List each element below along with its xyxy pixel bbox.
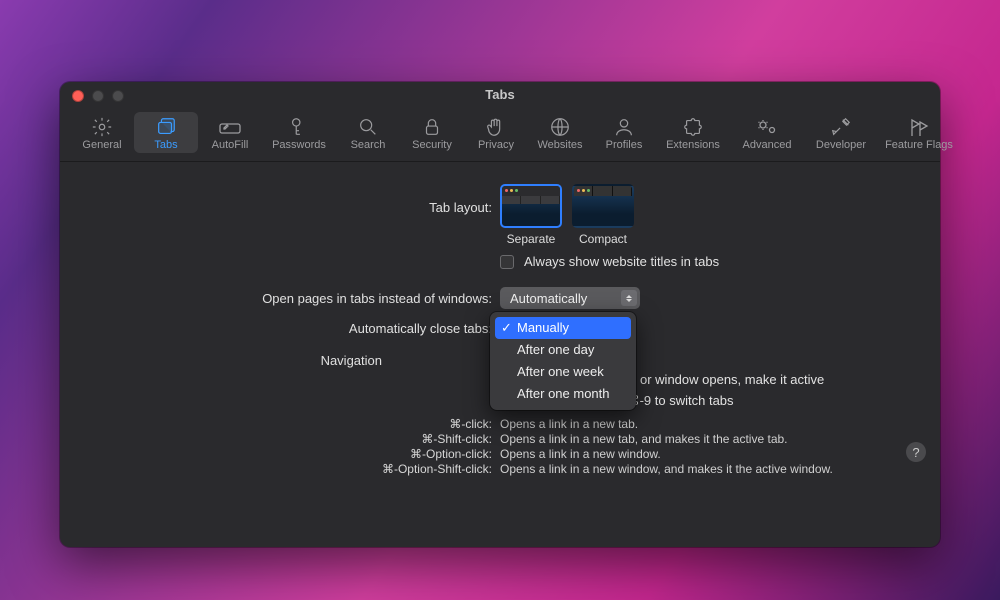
search-icon bbox=[336, 115, 400, 139]
minimize-window-button[interactable] bbox=[92, 90, 104, 102]
zoom-window-button[interactable] bbox=[112, 90, 124, 102]
preferences-window: Tabs General Tabs AutoFill Passwords Sea… bbox=[60, 82, 940, 547]
lock-icon bbox=[400, 115, 464, 139]
tab-websites[interactable]: Websites bbox=[528, 112, 592, 153]
puzzle-icon bbox=[656, 115, 730, 139]
tab-layout-label: Tab layout: bbox=[60, 184, 500, 215]
auto-close-dropdown: Manually After one day After one week Af… bbox=[490, 312, 636, 410]
traffic-lights bbox=[72, 90, 124, 102]
pencil-field-icon bbox=[198, 115, 262, 139]
tab-privacy[interactable]: Privacy bbox=[464, 112, 528, 153]
flags-icon bbox=[878, 115, 960, 139]
always-show-titles-label: Always show website titles in tabs bbox=[524, 254, 719, 269]
close-window-button[interactable] bbox=[72, 90, 84, 102]
tab-passwords[interactable]: Passwords bbox=[262, 112, 336, 153]
tab-feature-flags[interactable]: Feature Flags bbox=[878, 112, 960, 153]
key-icon bbox=[262, 115, 336, 139]
gears-icon bbox=[730, 115, 804, 139]
tab-developer[interactable]: Developer bbox=[804, 112, 878, 153]
person-icon bbox=[592, 115, 656, 139]
always-show-titles-checkbox[interactable] bbox=[500, 255, 514, 269]
globe-icon bbox=[528, 115, 592, 139]
titlebar: Tabs bbox=[60, 82, 940, 108]
hand-icon bbox=[464, 115, 528, 139]
preferences-toolbar: General Tabs AutoFill Passwords Search S… bbox=[60, 108, 940, 162]
shortcuts-table: ⌘-click:Opens a link in a new tab. ⌘-Shi… bbox=[60, 417, 940, 476]
tab-autofill[interactable]: AutoFill bbox=[198, 112, 262, 153]
dropdown-item-one-month[interactable]: After one month bbox=[495, 383, 631, 405]
gear-icon bbox=[70, 115, 134, 139]
tab-profiles[interactable]: Profiles bbox=[592, 112, 656, 153]
dropdown-item-manually[interactable]: Manually bbox=[495, 317, 631, 339]
tabs-icon bbox=[134, 115, 198, 139]
help-button[interactable]: ? bbox=[906, 442, 926, 462]
tab-tabs[interactable]: Tabs bbox=[134, 112, 198, 153]
dropdown-item-one-day[interactable]: After one day bbox=[495, 339, 631, 361]
tab-search[interactable]: Search bbox=[336, 112, 400, 153]
tab-general[interactable]: General bbox=[70, 112, 134, 153]
open-pages-popup[interactable]: Automatically bbox=[500, 287, 640, 309]
tab-advanced[interactable]: Advanced bbox=[730, 112, 804, 153]
navigation-label: Navigation bbox=[60, 353, 390, 368]
tab-security[interactable]: Security bbox=[400, 112, 464, 153]
tab-layout-compact[interactable]: Compact bbox=[572, 184, 634, 246]
content-area: Tab layout: Separate Compact Always show… bbox=[60, 162, 940, 476]
tools-icon bbox=[804, 115, 878, 139]
tab-layout-separate[interactable]: Separate bbox=[500, 184, 562, 246]
dropdown-item-one-week[interactable]: After one week bbox=[495, 361, 631, 383]
window-title: Tabs bbox=[485, 87, 514, 102]
chevron-updown-icon bbox=[621, 290, 637, 306]
tab-extensions[interactable]: Extensions bbox=[656, 112, 730, 153]
auto-close-label: Automatically close tabs: bbox=[60, 321, 500, 336]
open-pages-label: Open pages in tabs instead of windows: bbox=[60, 291, 500, 306]
